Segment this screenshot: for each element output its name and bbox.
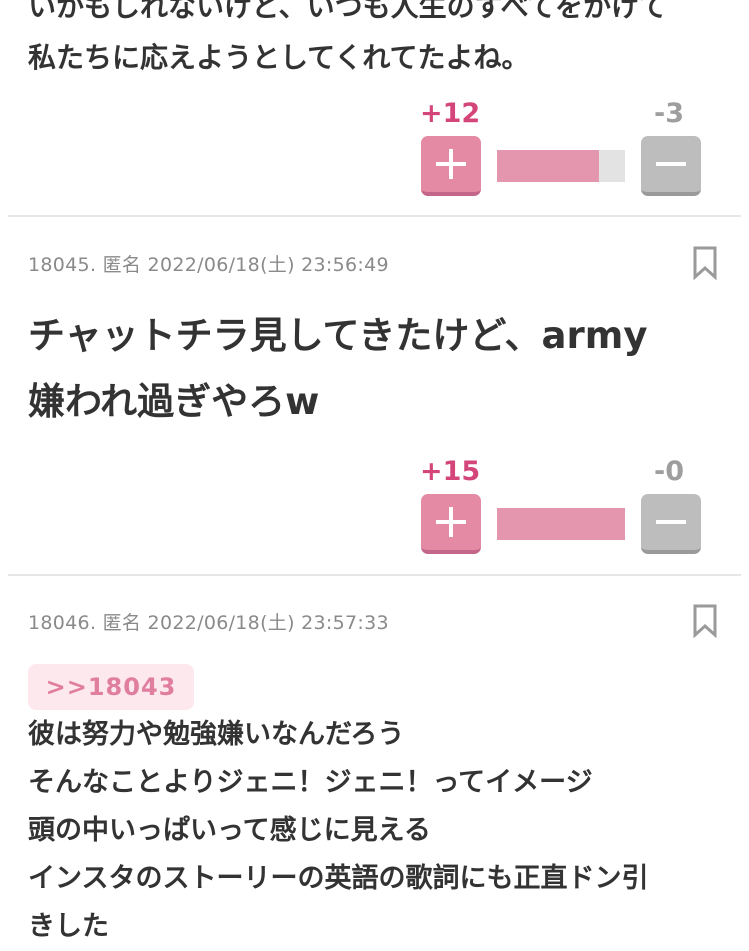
plus-icon [436, 149, 466, 179]
comment-meta: 18045. 匿名 2022/06/18(土) 23:56:49 [28, 254, 389, 276]
bookmark-icon [693, 604, 717, 639]
plus-vote-button[interactable] [421, 494, 481, 554]
comment-body-line: いかもしれないけど、いつも人生のすべてをかけて [28, 0, 667, 23]
bookmark-button[interactable] [693, 604, 717, 639]
plus-icon [436, 507, 466, 537]
minus-score: -0 [654, 456, 684, 487]
comment-body-line: 嫌われ過ぎやろw [28, 380, 320, 423]
comment-body-line: そんなことよりジェニ！ジェニ！ってイメージ [28, 767, 593, 798]
comment-body: いかもしれないけど、いつも人生のすべてをかけて 私たちに応えようとしてくれてたよ… [28, 0, 728, 77]
comment-meta: 18046. 匿名 2022/06/18(土) 23:57:33 [28, 612, 389, 634]
plus-vote-button[interactable] [421, 136, 481, 196]
bookmark-icon [693, 246, 717, 281]
minus-icon [656, 162, 686, 166]
plus-score: +12 [420, 98, 481, 129]
comment-body-line: インスタのストーリーの英語の歌詞にも正直ドン引 [28, 863, 649, 894]
comment-body-line: きした [28, 911, 109, 942]
vote-ratio-bar [497, 508, 625, 540]
comment-body-line: 頭の中いっぱいって感じに見える [28, 815, 431, 846]
comment-divider [8, 574, 741, 576]
vote-ratio-bar [497, 150, 625, 182]
bookmark-button[interactable] [693, 246, 717, 281]
comment-body: チャットチラ見してきたけど、army 嫌われ過ぎやろw [28, 303, 728, 435]
comment-divider [8, 215, 741, 217]
comment-body-line: 彼は努力や勉強嫌いなんだろう [28, 719, 405, 750]
minus-vote-button[interactable] [641, 494, 701, 554]
reply-anchor-link[interactable]: >>18043 [28, 664, 194, 710]
vote-ratio-fill [497, 150, 600, 182]
comment-body: 彼は努力や勉強嫌いなんだろう そんなことよりジェニ！ジェニ！ってイメージ 頭の中… [28, 711, 728, 951]
minus-vote-button[interactable] [641, 136, 701, 196]
comment-body-line: チャットチラ見してきたけど、army [28, 314, 648, 357]
minus-score: -3 [654, 98, 684, 129]
plus-score: +15 [420, 456, 481, 487]
comment-body-line: 私たちに応えようとしてくれてたよね。 [28, 41, 530, 74]
vote-ratio-fill [497, 508, 625, 540]
minus-icon [656, 520, 686, 524]
